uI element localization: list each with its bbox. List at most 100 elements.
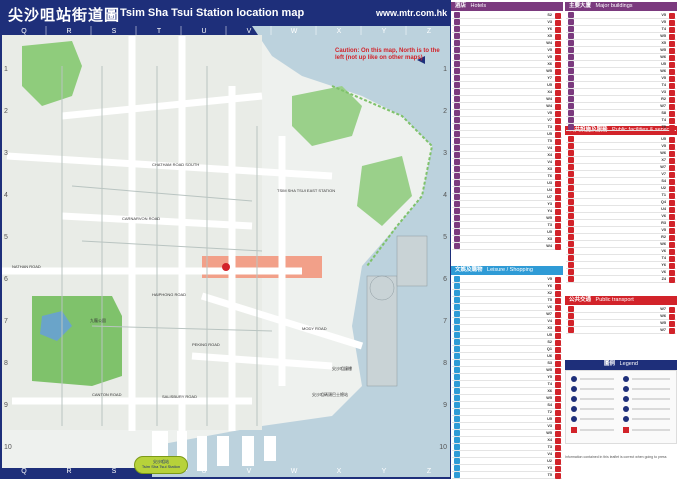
directory-entry[interactable]: S2 <box>452 339 562 346</box>
directory-entry[interactable]: U2 <box>452 458 562 465</box>
directory-entry[interactable]: R2 <box>566 96 676 103</box>
directory-entry[interactable]: S2 <box>452 12 562 19</box>
directory-entry[interactable]: T6 <box>452 173 562 180</box>
directory-entry[interactable]: X5 <box>566 40 676 47</box>
directory-entry[interactable]: W6 <box>566 54 676 61</box>
directory-entry[interactable]: V5 <box>566 19 676 26</box>
directory-entry[interactable]: X6 <box>452 61 562 68</box>
directory-entry[interactable]: W4 <box>452 103 562 110</box>
directory-entry[interactable]: Q1 <box>452 346 562 353</box>
directory-entry[interactable]: V6 <box>566 248 676 255</box>
directory-entry[interactable]: V6 <box>566 213 676 220</box>
directory-entry[interactable]: U6 <box>452 353 562 360</box>
directory-entry[interactable]: X5 <box>452 33 562 40</box>
directory-entry[interactable]: U3 <box>452 180 562 187</box>
directory-entry[interactable]: V5 <box>452 276 562 283</box>
directory-entry[interactable]: X6 <box>452 388 562 395</box>
directory-entry[interactable]: V5 <box>452 47 562 54</box>
directory-entry[interactable]: V5 <box>566 143 676 150</box>
directory-entry[interactable]: W7 <box>452 311 562 318</box>
directory-entry[interactable]: V5 <box>452 54 562 61</box>
directory-entry[interactable]: W7 <box>566 306 676 313</box>
directory-entry[interactable]: T4 <box>452 381 562 388</box>
directory-entry[interactable]: Y6 <box>452 283 562 290</box>
directory-entry[interactable]: V5 <box>566 12 676 19</box>
directory-entry[interactable]: T4 <box>566 117 676 124</box>
directory-entry[interactable]: U5 <box>566 61 676 68</box>
directory-entry[interactable]: T2 <box>452 409 562 416</box>
directory-entry[interactable]: V3 <box>452 423 562 430</box>
directory-entry[interactable]: V3 <box>566 89 676 96</box>
directory-entry[interactable]: U5 <box>452 332 562 339</box>
directory-entry[interactable]: S3 <box>452 360 562 367</box>
directory-entry[interactable]: V5 <box>566 227 676 234</box>
directory-entry[interactable]: X3 <box>452 236 562 243</box>
directory-entry[interactable]: U5 <box>452 416 562 423</box>
directory-entry[interactable]: V7 <box>566 171 676 178</box>
directory-entry[interactable]: R3 <box>566 220 676 227</box>
directory-entry[interactable]: W4 <box>452 243 562 250</box>
directory-entry[interactable]: V4 <box>452 145 562 152</box>
directory-entry[interactable]: W6 <box>566 150 676 157</box>
directory-entry[interactable]: X3 <box>452 325 562 332</box>
directory-entry[interactable]: U5 <box>452 131 562 138</box>
directory-entry[interactable]: W4 <box>452 96 562 103</box>
directory-entry[interactable]: W6 <box>566 313 676 320</box>
directory-entry[interactable]: V4 <box>452 318 562 325</box>
directory-entry[interactable]: V6 <box>452 304 562 311</box>
directory-entry[interactable]: W4 <box>452 40 562 47</box>
directory-entry[interactable]: V5 <box>452 110 562 117</box>
street-map[interactable]: Q R S T U V W X Y Z Q R S T U V W X Y Z … <box>2 26 450 477</box>
directory-entry[interactable]: T5 <box>566 124 676 131</box>
directory-entry[interactable]: U5 <box>452 229 562 236</box>
directory-entry[interactable]: X4 <box>452 89 562 96</box>
directory-entry[interactable]: Q4 <box>566 199 676 206</box>
directory-entry[interactable]: W5 <box>566 320 676 327</box>
directory-entry[interactable]: S4 <box>452 402 562 409</box>
directory-entry[interactable]: T4 <box>566 255 676 262</box>
directory-entry[interactable]: W5 <box>452 395 562 402</box>
directory-entry[interactable]: W6 <box>566 68 676 75</box>
directory-entry[interactable]: X3 <box>452 166 562 173</box>
directory-entry[interactable]: V4 <box>452 451 562 458</box>
directory-entry[interactable]: U5 <box>566 136 676 143</box>
directory-entry[interactable]: W5 <box>452 215 562 222</box>
directory-entry[interactable]: W7 <box>566 103 676 110</box>
directory-entry[interactable]: U7 <box>452 194 562 201</box>
directory-entry[interactable]: Y4 <box>452 208 562 215</box>
directory-entry[interactable]: S8 <box>566 110 676 117</box>
directory-entry[interactable]: W5 <box>452 430 562 437</box>
directory-entry[interactable]: V5 <box>566 75 676 82</box>
directory-entry[interactable]: T5 <box>452 297 562 304</box>
directory-entry[interactable]: T5 <box>452 472 562 479</box>
directory-entry[interactable]: W5 <box>452 68 562 75</box>
directory-entry[interactable]: W5 <box>566 33 676 40</box>
directory-entry[interactable]: V7 <box>452 117 562 124</box>
directory-entry[interactable]: T3 <box>452 124 562 131</box>
directory-entry[interactable]: U4 <box>566 206 676 213</box>
directory-entry[interactable]: T4 <box>566 82 676 89</box>
directory-entry[interactable]: Y3 <box>452 465 562 472</box>
directory-entry[interactable]: W5 <box>566 47 676 54</box>
directory-entry[interactable]: V3 <box>452 19 562 26</box>
directory-entry[interactable]: T1 <box>566 192 676 199</box>
directory-entry[interactable]: U4 <box>452 187 562 194</box>
directory-entry[interactable]: U2 <box>566 185 676 192</box>
directory-entry[interactable]: X7 <box>566 157 676 164</box>
directory-entry[interactable]: X4 <box>452 152 562 159</box>
directory-entry[interactable]: Y7 <box>452 75 562 82</box>
directory-entry[interactable]: Y5 <box>452 374 562 381</box>
directory-entry[interactable]: T5 <box>452 138 562 145</box>
directory-entry[interactable]: T3 <box>452 222 562 229</box>
directory-entry[interactable]: Y6 <box>566 262 676 269</box>
directory-entry[interactable]: V4 <box>452 159 562 166</box>
directory-entry[interactable]: R2 <box>566 234 676 241</box>
directory-entry[interactable]: S4 <box>566 178 676 185</box>
directory-entry[interactable]: Y3 <box>452 201 562 208</box>
station-badge[interactable]: 尖沙咀站 Tsim Sha Tsui Station <box>134 456 188 474</box>
directory-entry[interactable]: U5 <box>452 82 562 89</box>
directory-entry[interactable]: W7 <box>566 164 676 171</box>
directory-entry[interactable]: W6 <box>566 241 676 248</box>
directory-entry[interactable]: Z4 <box>566 276 676 283</box>
directory-entry[interactable]: W5 <box>452 367 562 374</box>
